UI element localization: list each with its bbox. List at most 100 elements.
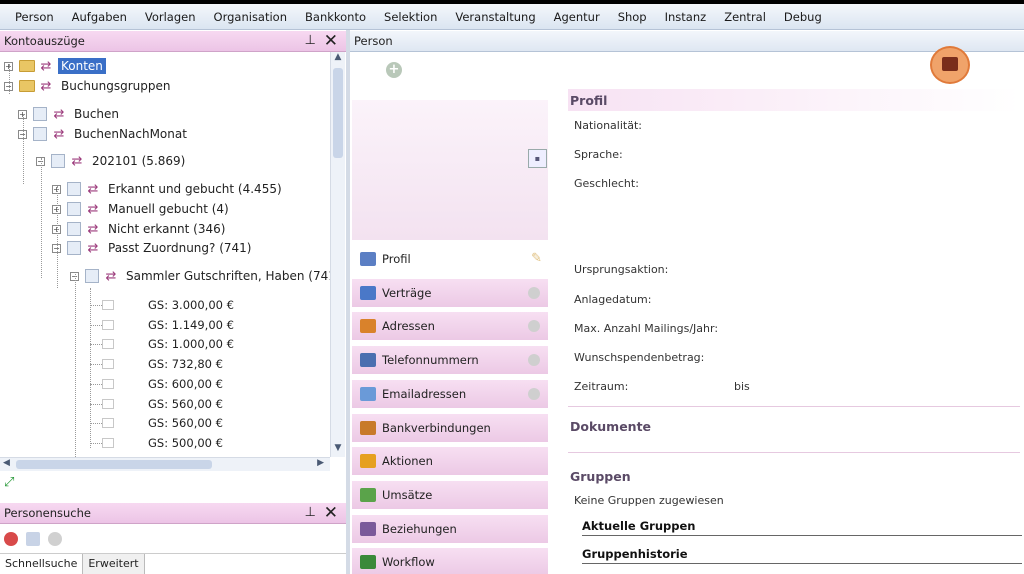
menu-item-person[interactable]: Person	[6, 4, 63, 30]
tree-leaf[interactable]: GS: 3.000,00 €	[102, 295, 234, 315]
tree-checkbox[interactable]	[67, 241, 81, 255]
tree-checkbox[interactable]	[33, 127, 47, 141]
nav-item-verträge[interactable]: Verträge	[352, 278, 548, 308]
scroll-up-icon[interactable]: ▲	[331, 52, 345, 66]
close-icon[interactable]: ✕	[324, 31, 338, 51]
leaf-checkbox[interactable]	[102, 359, 114, 370]
nav-item-label: Adressen	[382, 319, 435, 334]
nav-item-telefonnummern[interactable]: Telefonnummern	[352, 346, 548, 376]
scroll-right-icon[interactable]: ▶	[317, 458, 324, 468]
nav-item-emailadressen[interactable]: Emailadressen	[352, 379, 548, 409]
tree-node[interactable]: − ⇄ BuchenNachMonat	[18, 124, 190, 144]
gruppen-empty-text: Keine Gruppen zugewiesen	[574, 494, 724, 507]
menu-item-agentur[interactable]: Agentur	[545, 4, 609, 30]
tree-leaf[interactable]: GS: 500,00 €	[102, 433, 223, 453]
menu-item-organisation[interactable]: Organisation	[205, 4, 296, 30]
pin-icon[interactable]: ⊥	[305, 505, 316, 520]
nav-item-aktionen[interactable]: Aktionen	[352, 447, 548, 477]
nav-item-bankverbindungen[interactable]: Bankverbindungen	[352, 413, 548, 443]
tree-horizontal-scrollbar[interactable]: ◀ ▶	[0, 457, 330, 471]
tree-node[interactable]: + ⇄ Manuell gebucht (4)	[52, 199, 232, 219]
nav-item-adressen[interactable]: Adressen	[352, 312, 548, 342]
nav-item-profil[interactable]: Profil ✎	[352, 245, 548, 274]
add-circle-icon[interactable]	[528, 387, 540, 400]
pin-icon[interactable]: ⊥	[305, 33, 316, 48]
menu-item-selektion[interactable]: Selektion	[375, 4, 446, 30]
scroll-down-icon[interactable]: ▼	[331, 443, 345, 457]
menu-item-bankkonto[interactable]: Bankkonto	[296, 4, 375, 30]
menu-item-shop[interactable]: Shop	[609, 4, 656, 30]
tree-vertical-scrollbar[interactable]: ▲ ▼	[330, 52, 345, 457]
folder-icon	[19, 80, 35, 92]
tree-checkbox[interactable]	[67, 182, 81, 196]
tree-node[interactable]: − ⇄ 202101 (5.869)	[36, 151, 188, 171]
tree-node[interactable]: + ⇄ Buchen	[18, 104, 122, 124]
add-circle-icon[interactable]	[528, 354, 540, 367]
menu-item-zentral[interactable]: Zentral	[715, 4, 775, 30]
tree-checkbox[interactable]	[33, 107, 47, 121]
expand-all-icon[interactable]: ⤢	[4, 475, 14, 490]
tree-leaf[interactable]: GS: 560,00 €	[102, 413, 223, 433]
leaf-checkbox[interactable]	[102, 339, 114, 350]
nav-item-beziehungen[interactable]: Beziehungen	[352, 514, 548, 544]
menu-item-vorlagen[interactable]: Vorlagen	[136, 4, 205, 30]
aktuelle-gruppen[interactable]: Aktuelle Gruppen	[582, 519, 1022, 536]
tree-node[interactable]: + ⇄ Nicht erkannt (346)	[52, 219, 228, 239]
close-icon[interactable]: ✕	[324, 503, 338, 523]
scroll-left-icon[interactable]: ◀	[3, 458, 10, 468]
tree-node[interactable]: − ⇄ Buchungsgruppen	[4, 76, 174, 96]
stop-icon[interactable]	[4, 532, 18, 546]
tree-leaf[interactable]: GS: 560,00 €	[102, 394, 223, 414]
search-icon[interactable]	[26, 532, 40, 546]
scroll-thumb-horizontal[interactable]	[16, 460, 212, 469]
tree-node-label: Sammler Gutschriften, Haben (741)	[126, 269, 330, 283]
add-circle-icon[interactable]	[528, 286, 540, 299]
menu-item-aufgaben[interactable]: Aufgaben	[63, 4, 136, 30]
leaf-checkbox[interactable]	[102, 418, 114, 429]
tree-checkbox[interactable]	[85, 269, 99, 283]
tree-node[interactable]: − ⇄ Passt Zuordnung? (741)	[52, 238, 254, 258]
menu-item-veranstaltung[interactable]: Veranstaltung	[446, 4, 544, 30]
edit-icon[interactable]: ✎	[531, 251, 542, 266]
menu-bar: Person Aufgaben Vorlagen Organisation Bankko…	[0, 4, 1024, 30]
tree-checkbox[interactable]	[67, 222, 81, 236]
tree-node[interactable]: + ⇄ Erkannt und gebucht (4.455)	[52, 179, 285, 199]
leaf-checkbox[interactable]	[102, 319, 114, 330]
tree-leaf[interactable]: GS: 1.000,00 €	[102, 334, 234, 354]
tree-node-label: Manuell gebucht (4)	[108, 202, 229, 216]
leaf-checkbox[interactable]	[102, 398, 114, 409]
tree-leaf[interactable]: GS: 1.149,00 €	[102, 315, 234, 335]
separator	[568, 452, 1020, 453]
nav-item-umsätze[interactable]: Umsätze	[352, 480, 548, 510]
tab-schnellsuche[interactable]: Schnellsuche	[0, 554, 84, 574]
tree-leaf[interactable]: GS: 600,00 €	[102, 374, 223, 394]
tree-node-label: Buchen	[74, 107, 120, 121]
leaf-checkbox[interactable]	[102, 378, 114, 389]
tree-leaf[interactable]: GS: 732,80 €	[102, 354, 223, 374]
nav-item-label: Workflow	[382, 555, 435, 570]
kontoauszuege-tree: + ⇄ Konten − ⇄ Buchungsgruppen + ⇄ Buchen − ⇄ Buche…	[0, 52, 330, 457]
leaf-checkbox[interactable]	[102, 437, 114, 448]
tree-node-label: Nicht erkannt (346)	[108, 222, 226, 236]
menu-item-instanz[interactable]: Instanz	[656, 4, 716, 30]
menu-item-debug[interactable]: Debug	[775, 4, 831, 30]
nav-item-label: Bankverbindungen	[382, 420, 491, 435]
leaf-checkbox[interactable]	[102, 300, 114, 310]
tab-erweitert[interactable]: Erweitert	[83, 554, 145, 574]
tree-checkbox[interactable]	[51, 154, 65, 168]
tree-connector	[90, 324, 102, 326]
search-tabs: Schnellsuche Erweitert	[0, 553, 346, 574]
separator	[568, 406, 1020, 407]
clear-icon[interactable]	[48, 532, 62, 546]
add-circle-icon[interactable]	[528, 320, 540, 333]
card-icon[interactable]: ▪	[528, 149, 547, 168]
nav-item-workflow[interactable]: Workflow	[352, 548, 548, 574]
transfer-icon: ⇄	[71, 153, 83, 169]
scroll-thumb[interactable]	[333, 68, 343, 158]
tree-checkbox[interactable]	[67, 202, 81, 216]
monitor-button[interactable]	[930, 46, 970, 84]
add-icon[interactable]: +	[386, 62, 402, 78]
gruppenhistorie[interactable]: Gruppenhistorie	[582, 547, 1022, 564]
tree-node[interactable]: − ⇄ Sammler Gutschriften, Haben (741)	[70, 266, 330, 286]
tree-node[interactable]: + ⇄ Konten	[4, 56, 106, 76]
